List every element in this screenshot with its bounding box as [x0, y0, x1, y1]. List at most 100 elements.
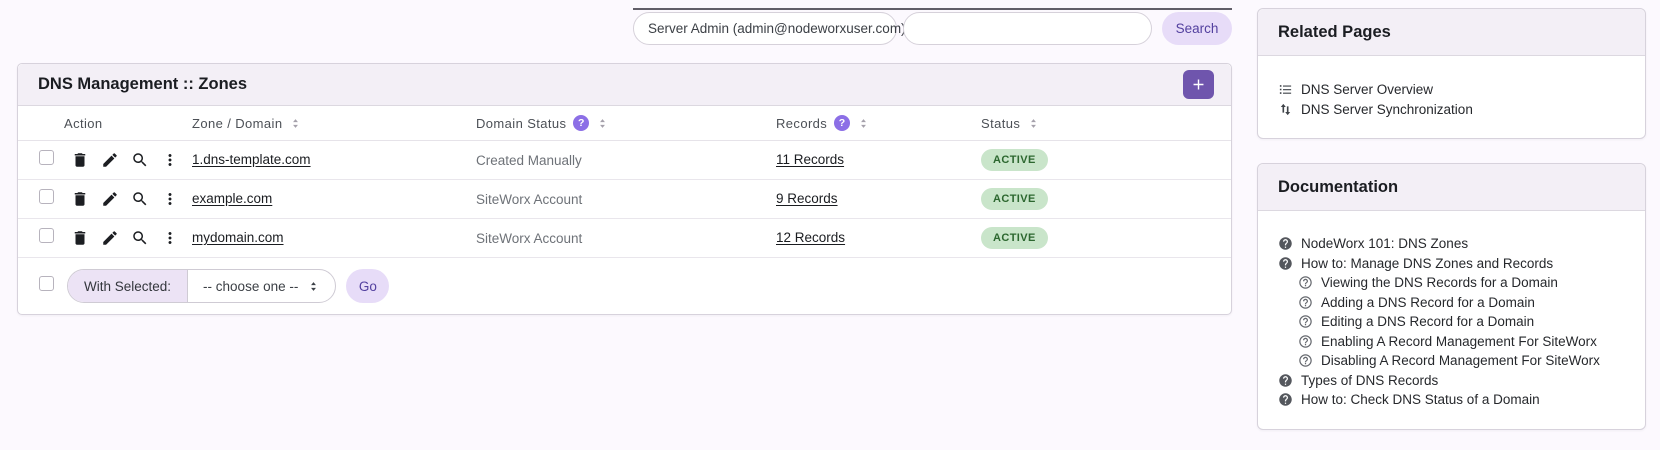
kebab-menu-icon [161, 151, 179, 169]
documentation-panel: Documentation NodeWorx 101: DNS Zones Ho… [1257, 163, 1646, 430]
search-button[interactable]: Search [1162, 12, 1232, 45]
help-filled-icon [1278, 373, 1293, 388]
edit-button[interactable] [101, 229, 119, 247]
row-checkbox[interactable] [39, 228, 54, 243]
column-header-zone: Zone / Domain [188, 116, 476, 131]
doc-link[interactable]: Adding a DNS Record for a Domain [1298, 293, 1625, 313]
doc-link[interactable]: Viewing the DNS Records for a Domain [1298, 273, 1625, 293]
help-filled-icon [1278, 236, 1293, 251]
related-link-dns-server-overview[interactable]: DNS Server Overview [1278, 80, 1625, 100]
trash-icon [71, 229, 89, 247]
sync-arrows-icon [1278, 102, 1293, 117]
more-actions-button[interactable] [161, 229, 179, 247]
search-icon [131, 151, 149, 169]
view-records-button[interactable] [131, 151, 149, 169]
doc-link[interactable]: Enabling A Record Management For SiteWor… [1298, 332, 1625, 352]
records-link[interactable]: 9 Records [776, 191, 838, 206]
related-pages-panel: Related Pages DNS Server Overview DNS Se… [1257, 8, 1646, 139]
related-pages-title: Related Pages [1278, 22, 1391, 41]
pencil-icon [101, 190, 119, 208]
doc-link[interactable]: Types of DNS Records [1278, 371, 1625, 391]
pencil-icon [101, 151, 119, 169]
help-filled-icon [1278, 256, 1293, 271]
delete-button[interactable] [71, 190, 89, 208]
account-select-value: Server Admin (admin@nodeworxuser.com) [648, 21, 906, 36]
kebab-menu-icon [161, 229, 179, 247]
plus-icon [1190, 76, 1207, 93]
documentation-title: Documentation [1278, 177, 1399, 196]
page-title: DNS Management :: Zones [38, 75, 248, 93]
documentation-header: Documentation [1258, 164, 1645, 211]
table-row: 1.dns-template.com Created Manually 11 R… [18, 141, 1231, 180]
help-outline-icon [1298, 334, 1313, 349]
edit-button[interactable] [101, 190, 119, 208]
sort-icon[interactable] [289, 117, 302, 130]
edit-button[interactable] [101, 151, 119, 169]
doc-link[interactable]: Editing a DNS Record for a Domain [1298, 312, 1625, 332]
help-icon[interactable]: ? [834, 115, 851, 131]
table-header-row: Action Zone / Domain Domain Status ? Rec… [18, 106, 1231, 141]
zone-link[interactable]: 1.dns-template.com [192, 152, 311, 167]
zone-link[interactable]: example.com [192, 191, 272, 206]
bulk-action-control: With Selected: -- choose one -- [67, 269, 337, 303]
help-icon[interactable]: ? [573, 115, 590, 131]
view-records-button[interactable] [131, 190, 149, 208]
column-header-records: Records ? [776, 115, 981, 131]
row-checkbox[interactable] [39, 189, 54, 204]
kebab-menu-icon [161, 190, 179, 208]
account-select[interactable]: Server Admin (admin@nodeworxuser.com) [633, 12, 906, 45]
search-icon [131, 190, 149, 208]
help-filled-icon [1278, 392, 1293, 407]
doc-link[interactable]: How to: Manage DNS Zones and Records [1278, 254, 1625, 274]
more-actions-button[interactable] [161, 151, 179, 169]
view-records-button[interactable] [131, 229, 149, 247]
go-button[interactable]: Go [346, 269, 390, 303]
card-header: DNS Management :: Zones [18, 64, 1231, 106]
trash-icon [71, 151, 89, 169]
delete-button[interactable] [71, 151, 89, 169]
select-all-checkbox[interactable] [39, 276, 54, 291]
column-header-action: Action [64, 115, 103, 131]
domain-status-cell: SiteWorx Account [476, 230, 583, 246]
table-row: mydomain.com SiteWorx Account 12 Records… [18, 219, 1231, 258]
delete-button[interactable] [71, 229, 89, 247]
column-header-status: Status [981, 116, 1231, 131]
list-icon [1278, 82, 1293, 97]
records-link[interactable]: 11 Records [776, 152, 844, 167]
records-link[interactable]: 12 Records [776, 230, 845, 245]
doc-link[interactable]: How to: Check DNS Status of a Domain [1278, 390, 1625, 410]
related-pages-header: Related Pages [1258, 9, 1645, 56]
doc-link[interactable]: NodeWorx 101: DNS Zones [1278, 234, 1625, 254]
help-outline-icon [1298, 275, 1313, 290]
column-header-domain-status: Domain Status ? [476, 115, 776, 131]
status-badge: ACTIVE [981, 188, 1048, 210]
zone-link[interactable]: mydomain.com [192, 230, 284, 245]
sort-icon[interactable] [857, 117, 870, 130]
top-cropped-navbar-edge [633, 8, 1232, 10]
trash-icon [71, 190, 89, 208]
row-checkbox[interactable] [39, 150, 54, 165]
sort-icon[interactable] [596, 117, 609, 130]
status-badge: ACTIVE [981, 227, 1048, 249]
sort-icon[interactable] [1027, 117, 1040, 130]
status-badge: ACTIVE [981, 149, 1048, 171]
dns-zones-card: DNS Management :: Zones Action Zone / Do… [17, 63, 1232, 315]
help-outline-icon [1298, 314, 1313, 329]
chevron-updown-icon [307, 280, 320, 293]
help-outline-icon [1298, 295, 1313, 310]
related-link-dns-server-synchronization[interactable]: DNS Server Synchronization [1278, 100, 1625, 120]
domain-status-cell: SiteWorx Account [476, 191, 583, 207]
pencil-icon [101, 229, 119, 247]
bulk-action-select-value: -- choose one -- [203, 278, 299, 294]
help-outline-icon [1298, 353, 1313, 368]
search-input[interactable] [903, 12, 1152, 45]
add-zone-button[interactable] [1183, 70, 1214, 99]
search-icon [131, 229, 149, 247]
domain-status-cell: Created Manually [476, 152, 582, 168]
bulk-action-select[interactable]: -- choose one -- [188, 270, 335, 302]
more-actions-button[interactable] [161, 190, 179, 208]
table-footer-row: With Selected: -- choose one -- Go [18, 258, 1231, 314]
table-row: example.com SiteWorx Account 9 Records A… [18, 180, 1231, 219]
with-selected-label: With Selected: [68, 270, 189, 302]
doc-link[interactable]: Disabling A Record Management For SiteWo… [1298, 351, 1625, 371]
